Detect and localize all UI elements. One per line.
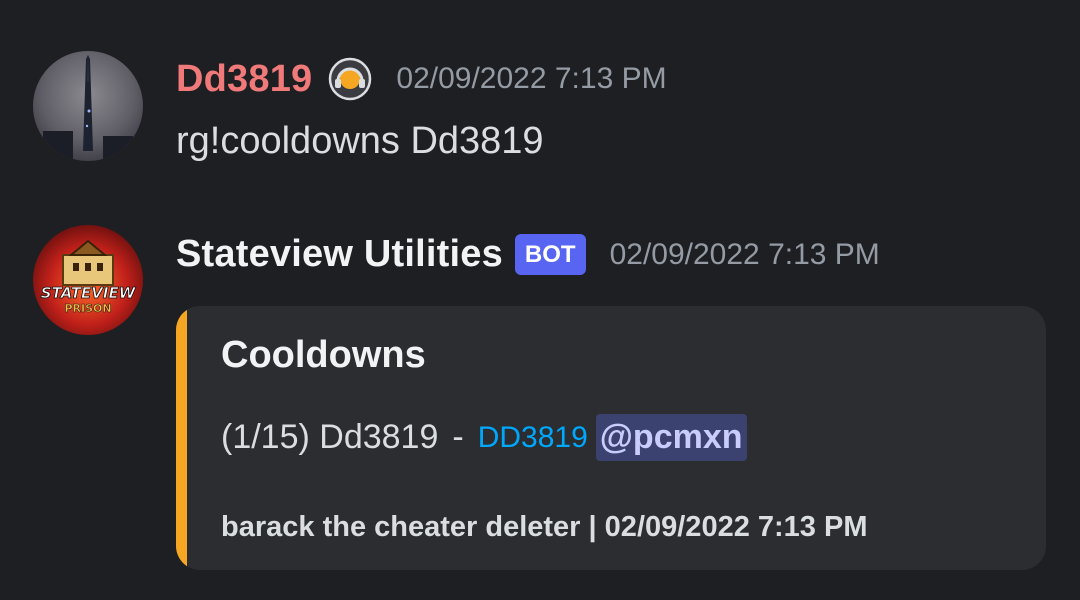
avatar-logo-text: STATEVIEW [41,284,137,302]
user-avatar[interactable] [33,51,143,161]
timestamp: 02/09/2022 7:13 PM [396,62,667,95]
embed-description: (1/15) Dd3819 - DD3819 @pcmxn [221,414,747,461]
user-mention[interactable]: @pcmxn [595,414,747,461]
bot-tag: BOT [514,234,586,275]
timestamp: 02/09/2022 7:13 PM [609,237,880,271]
message-header: Stateview Utilities BOT 02/09/2022 7:13 … [176,233,880,276]
message-content: rg!cooldowns Dd3819 [176,120,544,162]
avatar-logo-subtext: PRISON [64,302,111,315]
bot-username[interactable]: Stateview Utilities [176,233,503,276]
embed-title: Cooldowns [221,334,426,376]
embed-desc-separator: - [452,418,464,456]
message-header: Dd3819 02/09/2022 7:13 PM [176,57,667,101]
embed-desc-link[interactable]: DD3819 [478,421,588,455]
headset-badge-icon[interactable] [328,57,372,101]
username[interactable]: Dd3819 [176,58,312,101]
embed-card: Cooldowns (1/15) Dd3819 - DD3819 @pcmxn … [176,306,1046,570]
bot-avatar[interactable]: STATEVIEW PRISON [33,225,143,335]
embed-desc-text: (1/15) Dd3819 [221,418,439,456]
embed-accent-bar [176,306,187,570]
embed-footer: barack the cheater deleter | 02/09/2022 … [221,511,868,543]
